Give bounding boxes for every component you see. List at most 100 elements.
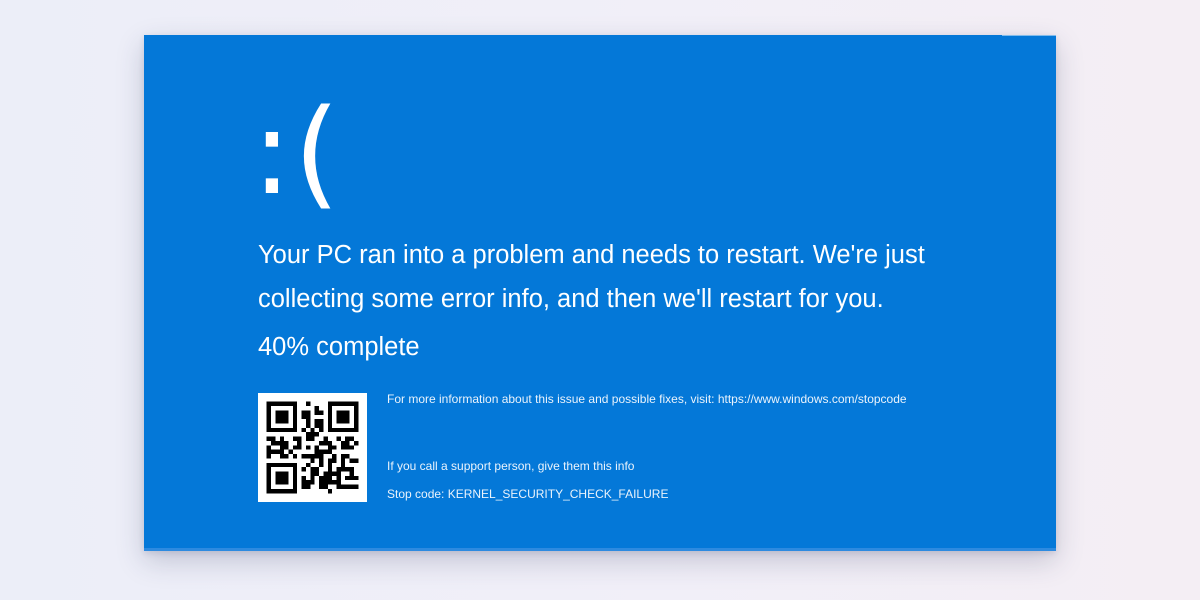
qr-module <box>275 488 280 494</box>
qr-module <box>345 484 350 489</box>
qr-module <box>279 410 285 415</box>
qr-module <box>327 440 333 446</box>
qr-module <box>305 432 311 437</box>
qr-module <box>319 423 324 428</box>
qr-module <box>336 484 341 489</box>
qr-module <box>319 440 324 446</box>
qr-module <box>301 427 306 433</box>
qr-module <box>288 427 293 433</box>
qr-module <box>345 475 350 481</box>
qr-module <box>353 401 359 407</box>
qr-module <box>327 406 333 411</box>
qr-module <box>301 475 306 481</box>
qr-module <box>327 410 333 415</box>
qr-module <box>275 427 280 433</box>
qr-module <box>332 480 337 485</box>
qr-module <box>266 467 272 472</box>
qr-module <box>323 436 328 441</box>
qr-module <box>332 454 337 459</box>
qr-module <box>279 471 285 476</box>
qr-module <box>310 454 315 459</box>
qr-module <box>345 440 350 446</box>
qr-module <box>349 436 354 441</box>
qr-module <box>305 462 311 468</box>
qr-module <box>288 449 293 455</box>
qr-module <box>314 449 320 455</box>
qr-module <box>305 423 311 428</box>
qr-module <box>266 484 272 489</box>
qr-module <box>292 423 298 428</box>
qr-module <box>353 406 359 411</box>
qr-module <box>327 462 333 468</box>
qr-module <box>353 484 359 489</box>
qr-module <box>314 406 320 411</box>
qr-module <box>310 480 315 485</box>
qr-module <box>305 480 311 485</box>
qr-module <box>266 445 272 450</box>
qr-module <box>353 423 359 428</box>
qr-module <box>327 480 333 485</box>
qr-module <box>279 414 285 420</box>
qr-module <box>284 475 289 481</box>
qr-module <box>284 445 289 450</box>
more-info-text: For more information about this issue an… <box>387 392 907 406</box>
qr-module <box>305 401 311 407</box>
qr-module <box>284 471 289 476</box>
qr-module <box>332 445 337 450</box>
qr-module <box>284 440 289 446</box>
qr-module <box>314 419 320 424</box>
qr-module <box>279 462 285 468</box>
qr-module <box>353 427 359 433</box>
qr-module <box>349 475 354 481</box>
qr-module <box>279 480 285 485</box>
qr-module <box>323 449 328 455</box>
qr-module <box>284 419 289 424</box>
qr-module <box>323 480 328 485</box>
qr-module <box>332 471 337 476</box>
qr-module <box>284 410 289 415</box>
qr-module <box>305 454 311 459</box>
support-info-text: If you call a support person, give them … <box>387 459 635 473</box>
qr-module <box>345 419 350 424</box>
qr-module <box>336 475 341 481</box>
qr-module <box>340 467 346 472</box>
qr-module <box>301 467 306 472</box>
sad-face-emoticon: :( <box>252 83 342 221</box>
qr-module <box>266 414 272 420</box>
qr-module <box>271 449 276 455</box>
qr-module <box>305 419 311 424</box>
qr-module <box>292 471 298 476</box>
qr-module <box>353 475 359 481</box>
qr-module <box>284 414 289 420</box>
qr-module <box>292 467 298 472</box>
qr-module <box>288 462 293 468</box>
qr-module <box>279 436 285 441</box>
qr-module <box>340 410 346 415</box>
qr-module <box>314 467 320 472</box>
qr-module <box>345 454 350 459</box>
qr-module <box>279 401 285 407</box>
qr-module <box>345 436 350 441</box>
qr-module <box>336 414 341 420</box>
qr-module <box>310 471 315 476</box>
qr-module <box>353 414 359 420</box>
qr-module <box>292 436 298 441</box>
qr-module <box>271 440 276 446</box>
qr-module <box>266 475 272 481</box>
qr-module <box>319 480 324 485</box>
qr-module <box>349 427 354 433</box>
qr-module <box>275 440 280 446</box>
qr-module <box>345 401 350 407</box>
qr-module <box>345 427 350 433</box>
qr-module <box>340 427 346 433</box>
qr-module <box>336 401 341 407</box>
qr-module <box>292 462 298 468</box>
qr-module <box>319 449 324 455</box>
qr-module <box>327 467 333 472</box>
qr-module <box>288 401 293 407</box>
qr-code-graphic <box>266 401 359 494</box>
qr-module <box>271 462 276 468</box>
qr-module <box>301 414 306 420</box>
qr-module <box>336 467 341 472</box>
qr-module <box>340 440 346 446</box>
